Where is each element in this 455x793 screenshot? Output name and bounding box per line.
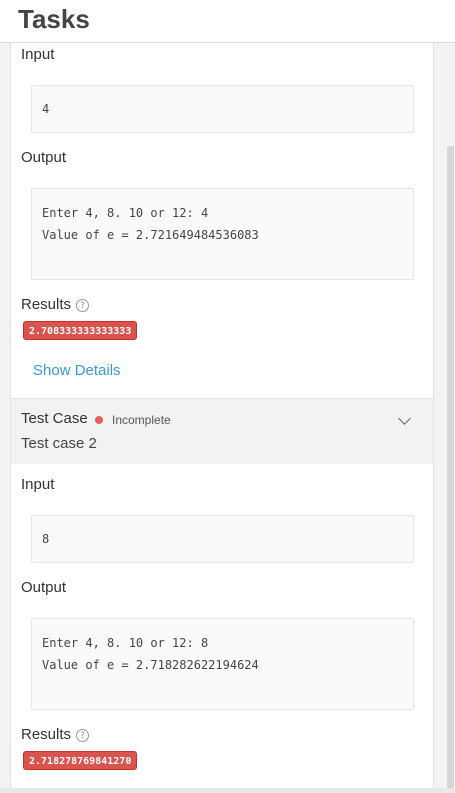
input-box: 8 <box>31 515 414 563</box>
status-dot-icon <box>95 416 103 424</box>
page-title: Tasks <box>18 4 90 34</box>
help-icon[interactable]: ? <box>76 729 89 742</box>
status-text: Incomplete <box>112 413 171 427</box>
results-label: Results <box>21 296 72 313</box>
task-panel: Input 4 Output Enter 4, 8. 10 or 12: 4 V… <box>10 43 434 788</box>
results-label: Results <box>21 726 72 743</box>
help-icon[interactable]: ? <box>76 299 89 312</box>
test-case-header[interactable]: Test Case Incomplete Test case 2 <box>11 398 433 464</box>
show-details-link[interactable]: Show Details <box>33 362 121 379</box>
input-box: 4 <box>31 85 414 133</box>
result-badge: 2.718278769841270 <box>23 751 138 770</box>
test-case-title: Test Case <box>21 410 88 427</box>
output-box: Enter 4, 8. 10 or 12: 8 Value of e = 2.7… <box>31 618 414 710</box>
result-badge: 2.708333333333333 <box>23 321 138 340</box>
bottom-scrollbar <box>0 788 455 793</box>
output-label: Output <box>21 149 67 166</box>
test-case-name: Test case 2 <box>21 435 97 452</box>
header-bar: Tasks <box>0 0 455 43</box>
input-label: Input <box>21 476 55 493</box>
input-label: Input <box>21 46 55 63</box>
scrollbar-thumb[interactable] <box>447 146 454 788</box>
chevron-down-icon[interactable] <box>398 412 411 425</box>
output-label: Output <box>21 579 67 596</box>
scrollbar[interactable] <box>446 43 455 788</box>
output-box: Enter 4, 8. 10 or 12: 4 Value of e = 2.7… <box>31 188 414 280</box>
